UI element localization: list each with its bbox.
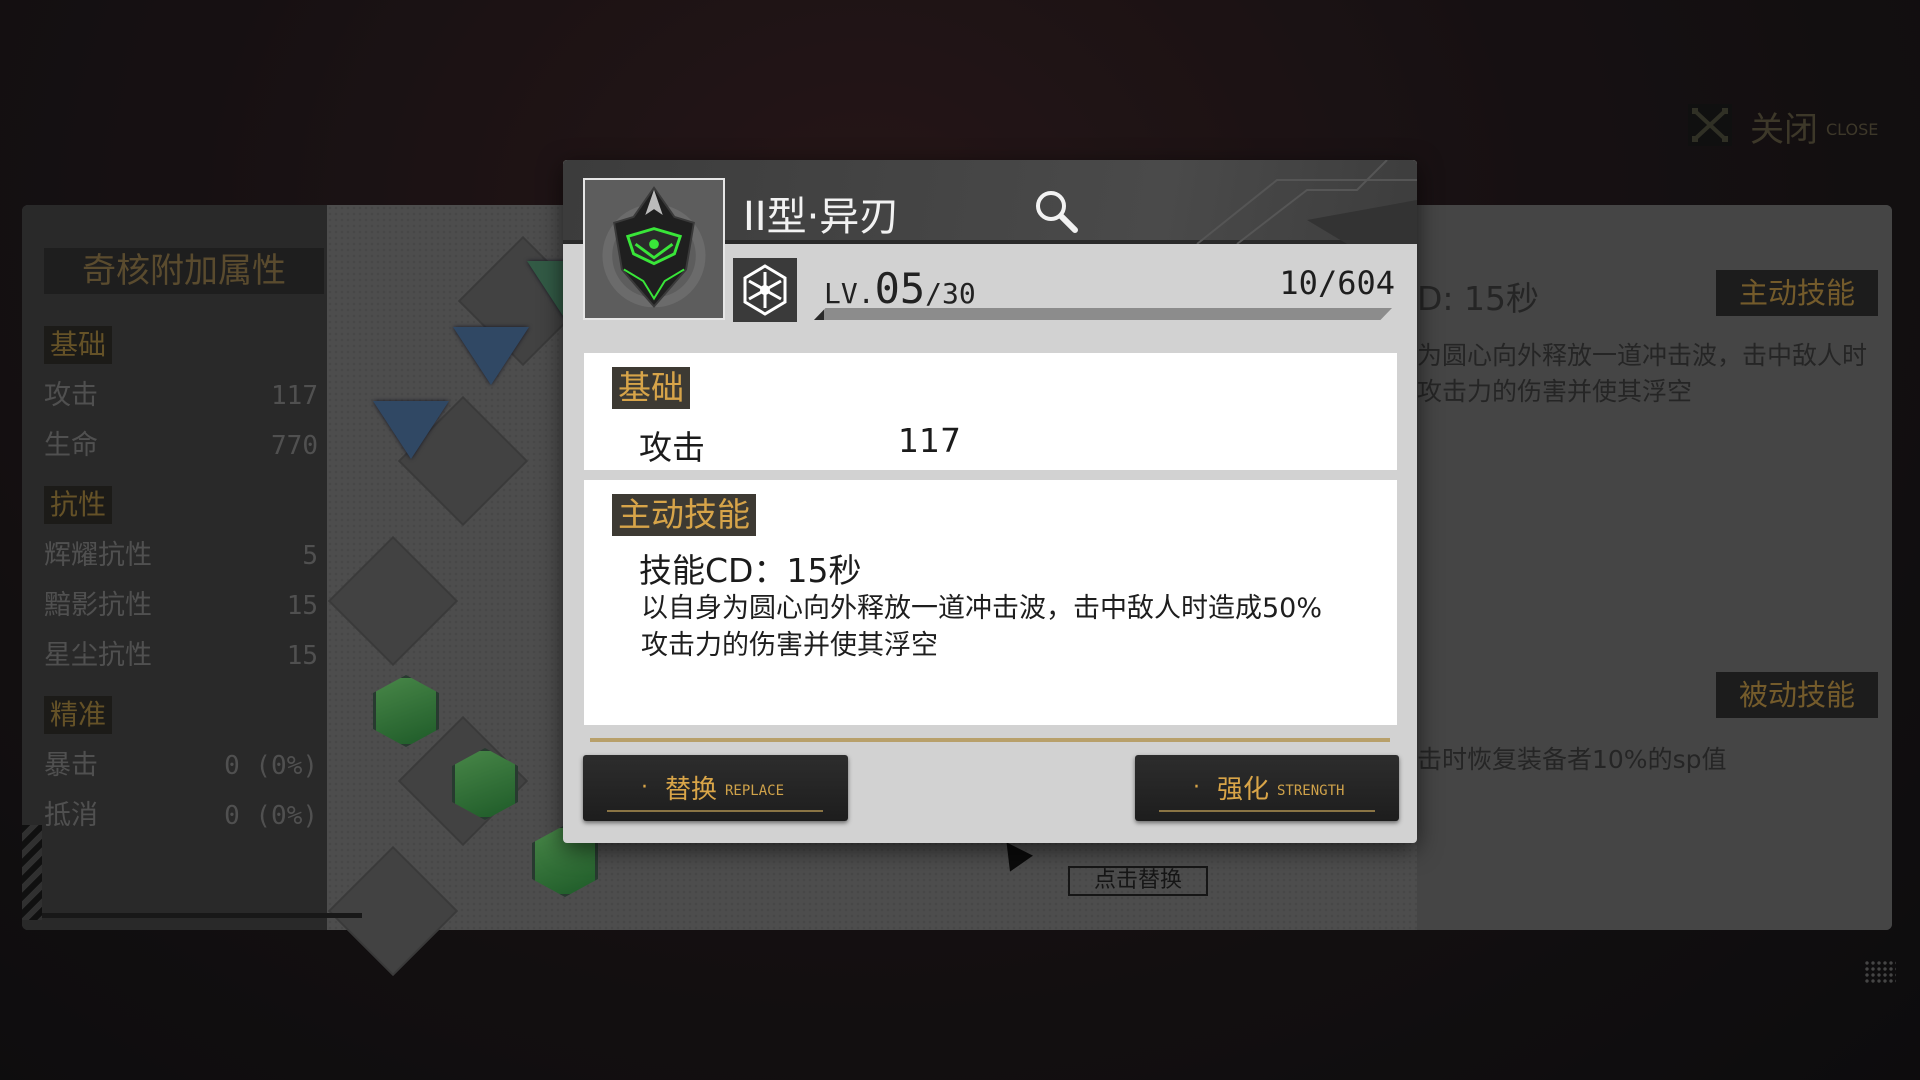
level-label: LV.05/30 [824, 264, 976, 313]
skill-desc-line-2: 攻击力的伤害并使其浮空 [641, 630, 938, 661]
level-value: 05 [874, 264, 926, 313]
attack-value: 117 [898, 421, 961, 460]
strength-sublabel: STRENGTH [1277, 783, 1345, 799]
dialog-title: II型·异刃 [743, 194, 900, 240]
replace-label: 替换 [665, 775, 718, 805]
strength-label: 强化 [1217, 775, 1270, 805]
element-snowflake-icon [733, 258, 797, 322]
active-skill-tag: 主动技能 [612, 494, 756, 536]
level-prefix: LV. [824, 277, 875, 310]
replace-button[interactable]: · 替换 REPLACE [583, 755, 848, 821]
exp-text: 10/604 [1279, 264, 1395, 302]
header-decoration [1196, 160, 1417, 244]
skill-cd: 技能CD：15秒 [639, 551, 862, 590]
core-emblem-icon [602, 186, 706, 308]
button-underline [1159, 810, 1375, 812]
strength-button[interactable]: · 强化 STRENGTH [1135, 755, 1399, 821]
skill-desc-line-1: 以自身为圆心向外释放一道冲击波，击中敌人时造成50% [641, 593, 1323, 624]
core-portrait [583, 178, 725, 320]
button-underline [607, 810, 823, 812]
active-skill-card: 主动技能 技能CD：15秒 以自身为圆心向外释放一道冲击波，击中敌人时造成50%… [584, 480, 1397, 725]
core-detail-dialog: II型·异刃 LV.05/30 10/604 基础 攻击 117 主动技能 技能… [563, 160, 1417, 843]
button-dot: · [1193, 775, 1200, 800]
exp-bar-fill [814, 308, 824, 320]
button-dot: · [641, 775, 648, 800]
basic-tag: 基础 [612, 367, 690, 409]
attack-label: 攻击 [639, 428, 705, 467]
exp-bar [814, 308, 1392, 320]
level-max: /30 [925, 277, 976, 310]
basic-stats-card: 基础 攻击 117 [584, 353, 1397, 470]
skill-description: 以自身为圆心向外释放一道冲击波，击中敌人时造成50% 攻击力的伤害并使其浮空 [641, 590, 1401, 664]
replace-sublabel: REPLACE [725, 783, 785, 799]
gold-divider [590, 738, 1390, 742]
search-icon[interactable] [1031, 186, 1081, 236]
